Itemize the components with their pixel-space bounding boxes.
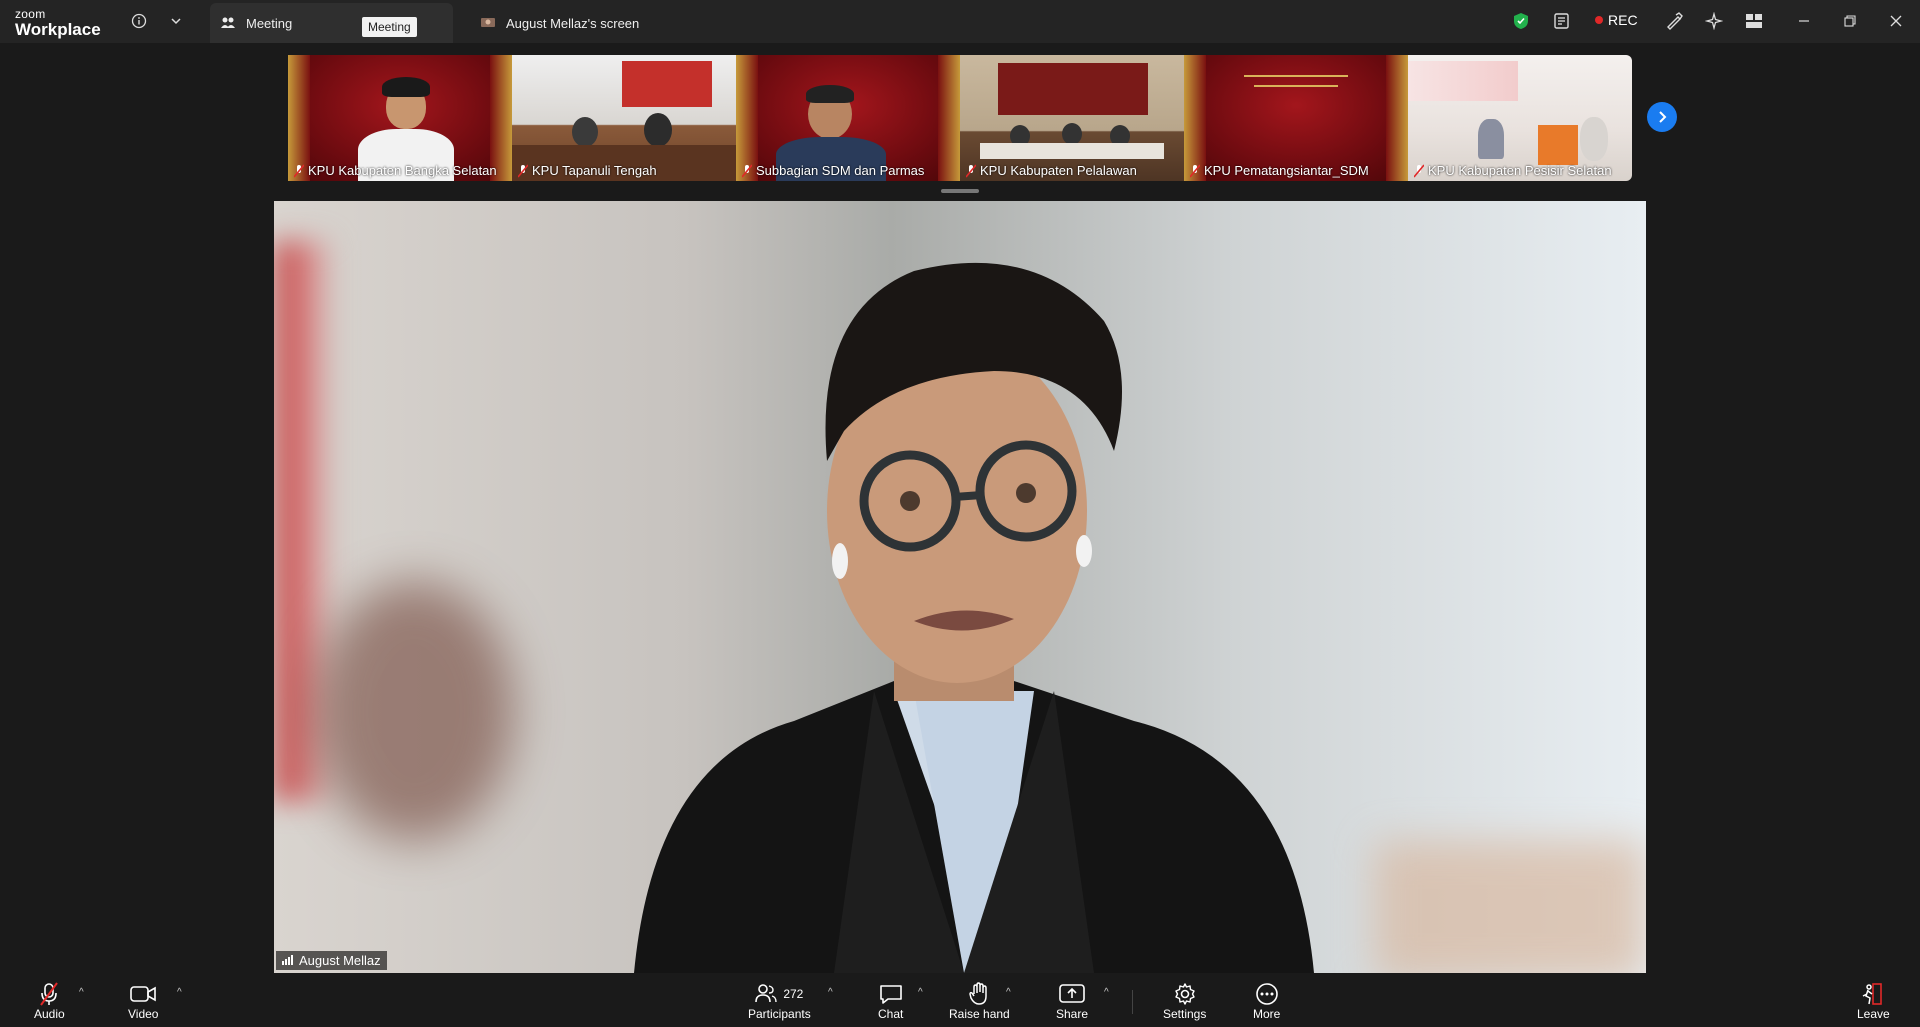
audio-options-caret-icon[interactable]: ^ xyxy=(79,987,84,998)
tab-meeting-label: Meeting xyxy=(246,15,293,31)
more-label: More xyxy=(1253,1007,1281,1021)
meeting-badge: Meeting xyxy=(362,17,417,37)
tab-screen-share[interactable]: August Mellaz's screen xyxy=(470,3,690,43)
zoom-logo: zoom Workplace xyxy=(15,8,101,38)
rec-label: REC xyxy=(1608,12,1638,28)
recording-indicator[interactable]: REC xyxy=(1595,12,1638,28)
next-page-button[interactable] xyxy=(1647,102,1677,132)
leave-door-icon xyxy=(1861,981,1885,1007)
chat-options-caret-icon[interactable]: ^ xyxy=(918,987,923,998)
ai-companion-icon[interactable] xyxy=(1703,10,1725,32)
signal-strength-icon xyxy=(282,953,294,968)
participants-icon xyxy=(220,15,236,31)
chat-button[interactable]: Chat xyxy=(878,981,903,1021)
rec-dot-icon xyxy=(1595,16,1603,24)
active-speaker-video[interactable]: August Mellaz xyxy=(274,201,1646,973)
participant-label: KPU Pematangsiantar_SDM xyxy=(1189,163,1369,178)
participant-name: KPU Pematangsiantar_SDM xyxy=(1204,163,1369,178)
video-label: Video xyxy=(128,1007,159,1021)
tab-screen-share-label: August Mellaz's screen xyxy=(506,15,640,31)
participants-count: 272 xyxy=(783,987,804,1001)
settings-label: Settings xyxy=(1163,1007,1207,1021)
info-icon[interactable] xyxy=(128,10,150,32)
audio-button[interactable]: Audio xyxy=(34,981,65,1021)
participants-icon xyxy=(755,983,778,1006)
participant-label: Subbagian SDM dan Parmas xyxy=(741,163,925,178)
share-options-caret-icon[interactable]: ^ xyxy=(1104,987,1109,998)
raise-hand-icon xyxy=(968,981,990,1007)
participant-label: KPU Tapanuli Tengah xyxy=(517,163,657,178)
mic-muted-icon xyxy=(517,163,529,178)
share-button[interactable]: Share xyxy=(1056,981,1088,1021)
mic-muted-icon xyxy=(1413,163,1425,178)
speaker-figure xyxy=(634,262,1314,973)
chat-icon xyxy=(879,981,903,1007)
share-screen-icon xyxy=(1059,981,1085,1007)
mic-muted-icon xyxy=(1189,163,1201,178)
raise-hand-label: Raise hand xyxy=(949,1007,1010,1021)
participant-name: KPU Tapanuli Tengah xyxy=(532,163,657,178)
participant-label: KPU Kabupaten Bangka Selatan xyxy=(293,163,497,178)
chat-label: Chat xyxy=(878,1007,904,1021)
video-options-caret-icon[interactable]: ^ xyxy=(177,987,182,998)
view-grid-icon[interactable] xyxy=(1743,10,1765,32)
video-button[interactable]: Video xyxy=(128,981,158,1021)
audio-label: Audio xyxy=(34,1007,65,1021)
participants-label: Participants xyxy=(748,1007,811,1021)
close-button[interactable] xyxy=(1885,10,1907,32)
participant-tile[interactable]: KPU Pematangsiantar_SDM xyxy=(1184,55,1408,181)
brand-small: zoom xyxy=(15,7,46,21)
participant-tile[interactable]: Subbagian SDM dan Parmas xyxy=(736,55,960,181)
settings-button[interactable]: Settings xyxy=(1163,981,1206,1021)
more-dots-icon xyxy=(1255,981,1279,1007)
chevron-right-icon xyxy=(1659,111,1667,123)
participant-name: KPU Kabupaten Pesisir Selatan xyxy=(1428,163,1612,178)
gear-icon xyxy=(1173,981,1197,1007)
notes-icon[interactable] xyxy=(1551,10,1573,32)
mic-muted-icon xyxy=(38,981,60,1007)
participants-button[interactable]: 272 Participants xyxy=(748,981,811,1021)
toolbar-divider xyxy=(1132,990,1133,1014)
mic-muted-icon xyxy=(293,163,305,178)
share-label: Share xyxy=(1056,1007,1089,1021)
participant-tile[interactable]: KPU Kabupaten Pesisir Selatan xyxy=(1408,55,1632,181)
brand-big: Workplace xyxy=(15,20,101,39)
annotate-icon[interactable] xyxy=(1663,10,1685,32)
meeting-toolbar: Audio ^ Video ^ 272 Participants ^ Chat … xyxy=(0,975,1920,1027)
participant-tile[interactable]: KPU Kabupaten Pelalawan xyxy=(960,55,1184,181)
restore-button[interactable] xyxy=(1839,10,1861,32)
minimize-button[interactable] xyxy=(1793,10,1815,32)
shield-icon[interactable] xyxy=(1510,10,1532,32)
chevron-down-icon[interactable] xyxy=(165,10,187,32)
mic-muted-icon xyxy=(965,163,977,178)
speaker-name: August Mellaz xyxy=(299,953,381,968)
leave-label: Leave xyxy=(1857,1007,1890,1021)
participant-name: KPU Kabupaten Bangka Selatan xyxy=(308,163,497,178)
raise-hand-button[interactable]: Raise hand xyxy=(949,981,1010,1021)
mic-muted-icon xyxy=(741,163,753,178)
speaker-name-tag: August Mellaz xyxy=(276,951,387,970)
more-button[interactable]: More xyxy=(1253,981,1280,1021)
strip-resize-handle[interactable] xyxy=(941,189,979,193)
leave-button[interactable]: Leave xyxy=(1857,981,1890,1021)
participant-name: KPU Kabupaten Pelalawan xyxy=(980,163,1137,178)
participant-label: KPU Kabupaten Pelalawan xyxy=(965,163,1137,178)
title-bar: zoom Workplace Meeting Meeting August Me… xyxy=(0,0,1920,43)
participant-tile[interactable]: KPU Kabupaten Bangka Selatan xyxy=(288,55,512,181)
participants-options-caret-icon[interactable]: ^ xyxy=(828,987,833,998)
participant-thumbnail-strip: KPU Kabupaten Bangka Selatan KPU Tapanul… xyxy=(288,55,1632,181)
participant-tile[interactable]: KPU Tapanuli Tengah xyxy=(512,55,736,181)
participant-label: KPU Kabupaten Pesisir Selatan xyxy=(1413,163,1612,178)
screen-share-icon xyxy=(480,15,496,31)
reactions-options-caret-icon[interactable]: ^ xyxy=(1006,987,1011,998)
video-camera-icon xyxy=(130,981,157,1007)
participant-name: Subbagian SDM dan Parmas xyxy=(756,163,925,178)
